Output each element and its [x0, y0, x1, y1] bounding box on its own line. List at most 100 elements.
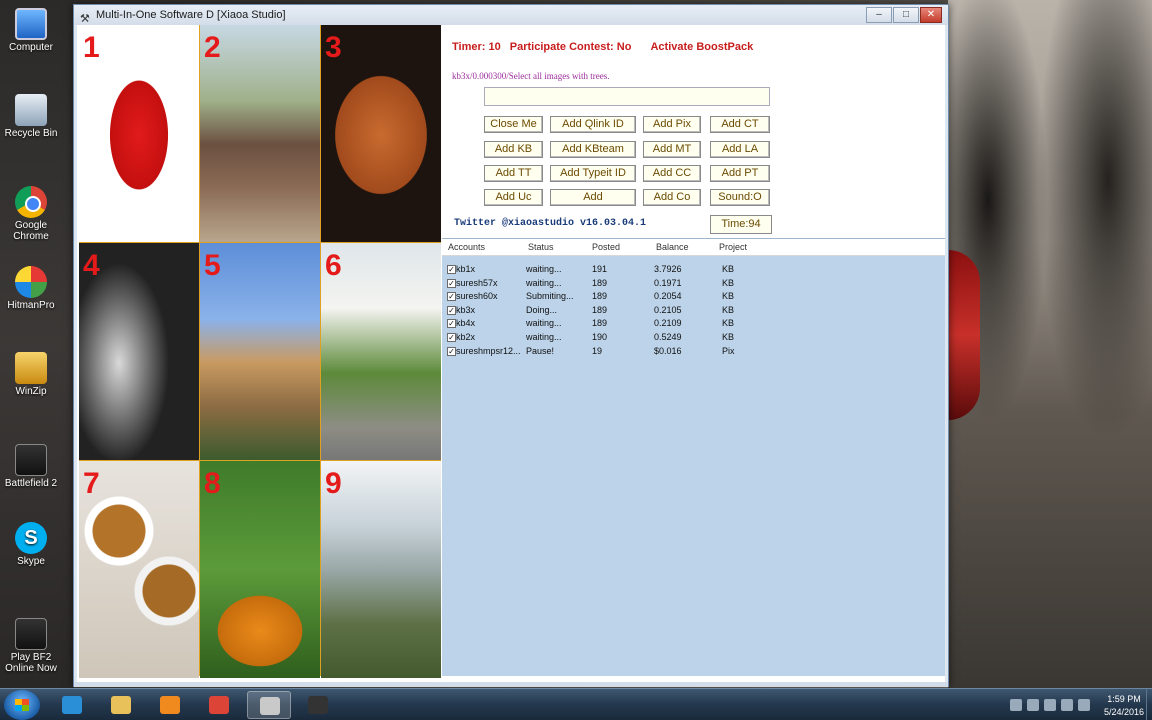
account-row[interactable]: ✓ suresh57x waiting... 189 0.1971 KB	[442, 277, 945, 290]
desktop-item-label: Skype	[17, 556, 45, 567]
accounts-list-header: Accounts Status Posted Balance Project	[442, 239, 945, 256]
account-row[interactable]: ✓ suresh60x Submiting... 189 0.2054 KB	[442, 290, 945, 303]
tile-number: 7	[83, 467, 100, 500]
add-kb-button[interactable]: Add KB	[484, 141, 543, 158]
taskbar-item-media-player[interactable]	[148, 691, 192, 719]
clock-time: 1:59 PM	[1107, 694, 1141, 704]
captcha-tile-4[interactable]: 4	[79, 243, 199, 460]
desktop-item-computer[interactable]: Computer	[4, 8, 58, 53]
account-row[interactable]: ✓ kb1x waiting... 191 3.7926 KB	[442, 263, 945, 276]
desktop-item-battlefield[interactable]: Battlefield 2	[4, 444, 58, 489]
display-icon[interactable]	[1044, 699, 1056, 711]
account-posted: 191	[592, 264, 608, 274]
taskbar-item-chrome[interactable]	[197, 691, 241, 719]
captcha-answer-input[interactable]	[484, 87, 770, 106]
add-qlink-id-button[interactable]: Add Qlink ID	[550, 116, 636, 133]
ie-taskbar-icon	[62, 696, 82, 714]
desktop-item-recycle-bin[interactable]: Recycle Bin	[4, 94, 58, 139]
account-row[interactable]: ✓ sureshmpsr12... Pause! 19 $0.016 Pix	[442, 345, 945, 358]
volume-icon[interactable]	[1078, 699, 1090, 711]
clock-date: 5/24/2016	[1103, 707, 1144, 717]
add-uc-button[interactable]: Add Uc	[484, 189, 543, 206]
title-bar[interactable]: ⚒ Multi-In-One Software D [Xiaoa Studio]…	[74, 5, 948, 25]
maximize-button[interactable]: □	[893, 7, 919, 23]
account-row[interactable]: ✓ kb3x Doing... 189 0.2105 KB	[442, 304, 945, 317]
clock[interactable]: 1:59 PM 5/24/2016	[1104, 693, 1144, 719]
account-checkbox[interactable]: ✓	[447, 347, 456, 356]
account-checkbox[interactable]: ✓	[447, 306, 456, 315]
account-project: KB	[722, 332, 735, 342]
show-hidden-icons-icon[interactable]	[1010, 699, 1022, 711]
account-row[interactable]: ✓ kb4x waiting... 189 0.2109 KB	[442, 317, 945, 330]
account-checkbox[interactable]: ✓	[447, 292, 456, 301]
add-mt-button[interactable]: Add MT	[643, 141, 701, 158]
account-project: KB	[722, 305, 735, 315]
tools-taskbar-icon	[260, 697, 280, 715]
header-status[interactable]: Status	[528, 239, 554, 256]
close-button[interactable]: ✕	[920, 7, 942, 23]
tile-number: 1	[83, 31, 100, 64]
captcha-tile-1[interactable]: 1	[79, 25, 199, 242]
taskbar-item-obs[interactable]	[296, 691, 340, 719]
add-button[interactable]: Add	[550, 189, 636, 206]
account-name: suresh57x	[456, 278, 498, 288]
media-player-taskbar-icon	[160, 696, 180, 714]
taskbar-item-tools[interactable]	[247, 691, 291, 719]
header-project[interactable]: Project	[719, 239, 747, 256]
desktop-item-skype[interactable]: S Skype	[4, 522, 58, 567]
add-ct-button[interactable]: Add CT	[710, 116, 770, 133]
header-accounts[interactable]: Accounts	[448, 239, 485, 256]
account-name: kb4x	[456, 318, 476, 328]
account-row[interactable]: ✓ kb2x waiting... 190 0.5249 KB	[442, 331, 945, 344]
add-cc-button[interactable]: Add CC	[643, 165, 701, 182]
desktop-item-winzip[interactable]: WinZip	[4, 352, 58, 397]
captcha-tile-3[interactable]: 3	[321, 25, 441, 242]
add-pt-button[interactable]: Add PT	[710, 165, 770, 182]
desktop-item-label: Battlefield 2	[4, 478, 58, 489]
add-co-button[interactable]: Add Co	[643, 189, 701, 206]
desktop-item-hitmanpro[interactable]: HitmanPro	[4, 266, 58, 311]
battlefield-online-icon	[15, 618, 47, 650]
add-la-button[interactable]: Add LA	[710, 141, 770, 158]
account-posted: 189	[592, 305, 608, 315]
account-checkbox[interactable]: ✓	[447, 333, 456, 342]
sound-toggle-button[interactable]: Sound:O	[710, 189, 770, 206]
start-button[interactable]	[4, 690, 40, 720]
captcha-tile-9[interactable]: 9	[321, 461, 441, 678]
add-kbteam-button[interactable]: Add KBteam	[550, 141, 636, 158]
add-tt-button[interactable]: Add TT	[484, 165, 543, 182]
captcha-tile-2[interactable]: 2	[200, 25, 320, 242]
winzip-icon	[15, 352, 47, 384]
window-title: Multi-In-One Software D [Xiaoa Studio]	[96, 9, 286, 21]
captcha-tile-8[interactable]: 8	[200, 461, 320, 678]
activate-boostpack-link[interactable]: Activate BoostPack	[650, 41, 753, 53]
main-window: ⚒ Multi-In-One Software D [Xiaoa Studio]…	[73, 4, 949, 687]
wallpaper-car	[948, 250, 980, 420]
account-balance: 0.5249	[654, 332, 682, 342]
taskbar-item-explorer[interactable]	[99, 691, 143, 719]
flag-icon[interactable]	[1027, 699, 1039, 711]
accounts-list[interactable]: Accounts Status Posted Balance Project ✓…	[442, 238, 945, 676]
account-checkbox[interactable]: ✓	[447, 265, 456, 274]
minimize-button[interactable]: –	[866, 7, 892, 23]
desktop-item-battlefield-online[interactable]: Play BF2 Online Now	[4, 618, 58, 674]
captcha-tile-5[interactable]: 5	[200, 243, 320, 460]
account-checkbox[interactable]: ✓	[447, 279, 456, 288]
show-desktop-button[interactable]	[1146, 689, 1152, 720]
desktop-item-label: HitmanPro	[7, 300, 55, 311]
taskbar-item-ie[interactable]	[50, 691, 94, 719]
add-typeit-id-button[interactable]: Add Typeit ID	[550, 165, 636, 182]
captcha-tile-7[interactable]: 7	[79, 461, 199, 678]
add-pix-button[interactable]: Add Pix	[643, 116, 701, 133]
account-posted: 189	[592, 291, 608, 301]
network-icon[interactable]	[1061, 699, 1073, 711]
desktop-item-chrome[interactable]: Google Chrome	[4, 186, 58, 242]
account-posted: 189	[592, 318, 608, 328]
header-posted[interactable]: Posted	[592, 239, 620, 256]
captcha-tile-6[interactable]: 6	[321, 243, 441, 460]
header-balance[interactable]: Balance	[656, 239, 689, 256]
account-checkbox[interactable]: ✓	[447, 319, 456, 328]
explorer-taskbar-icon	[111, 696, 131, 714]
window-client: 1 2 3 4 5 6 7 8 9 Timer: 10 Participate …	[77, 25, 945, 682]
close-me-button[interactable]: Close Me	[484, 116, 543, 133]
